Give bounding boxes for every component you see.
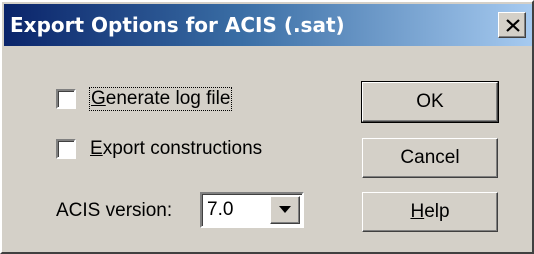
close-icon xyxy=(506,19,520,32)
generate-log-row[interactable]: Generate log file xyxy=(56,87,233,111)
acis-version-label: ACIS version: xyxy=(56,200,173,221)
generate-log-checkbox[interactable] xyxy=(56,89,76,109)
export-constructions-row[interactable]: Export constructions xyxy=(56,138,262,160)
acis-version-value: 7.0 xyxy=(207,199,234,220)
cancel-button[interactable]: Cancel xyxy=(362,138,498,178)
acis-version-select[interactable]: 7.0 xyxy=(200,192,304,228)
dropdown-button[interactable] xyxy=(270,196,300,224)
generate-log-label: Generate log file xyxy=(88,87,233,111)
dialog-title: Export Options for ACIS (.sat) xyxy=(10,13,345,37)
close-button[interactable] xyxy=(498,12,526,38)
ok-button[interactable]: OK xyxy=(361,81,499,123)
export-options-dialog: Export Options for ACIS (.sat) Generate … xyxy=(0,0,534,254)
chevron-down-icon xyxy=(279,206,291,213)
title-bar[interactable]: Export Options for ACIS (.sat) xyxy=(4,4,532,46)
help-button[interactable]: Help xyxy=(362,192,498,232)
export-constructions-checkbox[interactable] xyxy=(56,139,76,159)
export-constructions-label: Export constructions xyxy=(90,138,263,159)
